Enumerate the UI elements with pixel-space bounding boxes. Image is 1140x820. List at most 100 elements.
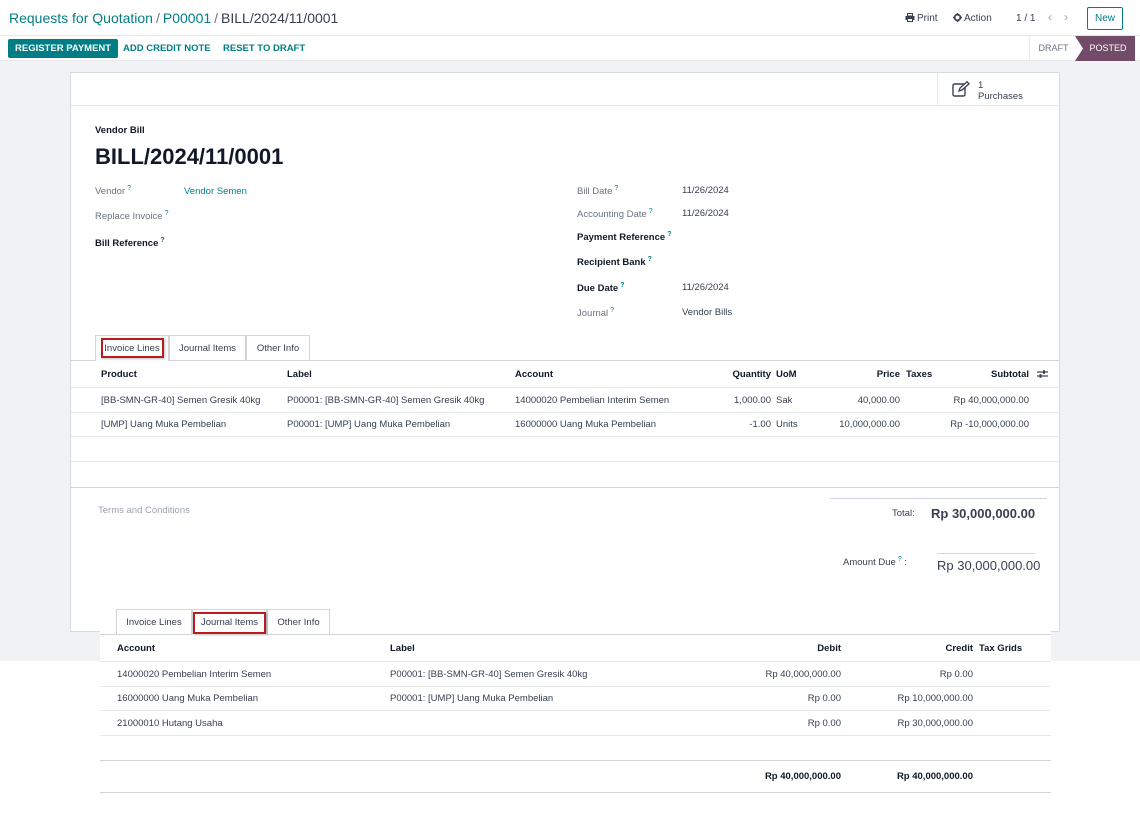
due-date-value[interactable]: 11/26/2024 [682,282,729,293]
chevron-left-icon[interactable]: ‹ [1044,11,1056,23]
journal-value[interactable]: Vendor Bills [682,307,732,318]
breadcrumb-rfq[interactable]: Requests for Quotation [9,10,153,26]
col-tax-grids[interactable]: Tax Grids [979,643,1022,654]
cell-debit: Rp 40,000,000.00 [765,669,841,680]
recipient-bank-label: Recipient Bank? [577,256,652,268]
cell-price: 40,000.00 [857,395,900,406]
col-uom[interactable]: UoM [776,369,797,380]
print-label: Print [917,13,938,24]
purchases-count: 1 [978,80,984,91]
col-taxes[interactable]: Taxes [906,369,932,380]
row-divider [100,735,1051,736]
document-type: Vendor Bill [95,125,145,136]
column-settings-icon[interactable] [1037,369,1048,379]
help-icon[interactable]: ? [160,237,164,244]
row-divider [71,461,1059,462]
cell-account: 16000000 Uang Muka Pembelian [117,693,259,704]
cell-account: 21000010 Hutang Usaha [117,718,223,729]
col-product[interactable]: Product [101,369,137,380]
payment-reference-label-text: Payment Reference [577,232,666,244]
action-label: Action [964,13,992,24]
col-price[interactable]: Price [840,369,900,380]
col-account[interactable]: Account [515,369,553,380]
cell-label: P00001: [BB-SMN-GR-40] Semen Gresik 40kg [390,669,588,680]
amount-due-divider [937,553,1035,554]
payment-reference-label: Payment Reference? [577,231,671,243]
cell-credit: Rp 0.00 [939,669,973,680]
journal-label-text: Journal [577,308,609,320]
purchases-smart-button[interactable]: 1 Purchases [937,73,1059,105]
accounting-date-label: Accounting Date? [577,208,653,220]
help-icon[interactable]: ? [898,556,902,563]
register-payment-button[interactable]: REGISTER PAYMENT [8,39,119,58]
reset-to-draft-button[interactable]: RESET TO DRAFT [223,39,305,58]
control-panel: Requests for Quotation / P00001/BILL/2024/… [0,0,1140,36]
amount-due-value: Rp 30,000,000.00 [937,558,1041,573]
row-divider [100,686,1051,687]
edit-icon [952,81,970,97]
col-label[interactable]: Label [287,369,312,380]
breadcrumb-current: BILL/2024/11/0001 [221,10,339,26]
cell-subtotal: Rp -10,000,000.00 [950,419,1029,430]
status-draft[interactable]: DRAFT [1029,36,1077,61]
due-date-label: Due Date? [577,282,624,294]
accounting-date-value[interactable]: 11/26/2024 [682,208,729,219]
button-box-divider [71,105,1059,106]
help-icon[interactable]: ? [649,208,653,215]
cell-debit: Rp 0.00 [807,693,841,704]
replace-invoice-label-text: Replace Invoice [95,211,163,223]
cell-label: P00001: [UMP] Uang Muka Pembelian [287,419,451,430]
breadcrumb-po[interactable]: P00001 [163,10,211,26]
cell-account: 14000020 Pembelian Interim Semen [117,669,272,680]
row-divider [71,436,1059,437]
help-icon[interactable]: ? [667,231,671,238]
row-divider [71,412,1059,413]
tab-journal-items[interactable]: Journal Items [169,335,246,360]
purchases-label: Purchases [978,91,1023,102]
print-icon [905,13,915,22]
help-icon[interactable]: ? [620,282,624,289]
col-account[interactable]: Account [117,643,155,654]
new-button[interactable]: New [1087,7,1123,30]
col-subtotal[interactable]: Subtotal [960,369,1029,380]
print-button[interactable]: Print [905,13,938,24]
cell-label: P00001: [UMP] Uang Muka Pembelian [390,693,554,704]
cell-product: [BB-SMN-GR-40] Semen Gresik 40kg [101,395,261,406]
tab-invoice-lines[interactable]: Invoice Lines [95,335,169,361]
tab-other-info[interactable]: Other Info [246,335,310,360]
due-date-label-text: Due Date [577,283,619,295]
accounting-date-label-text: Accounting Date [577,209,647,221]
cell-account: 16000000 Uang Muka Pembelian [515,419,657,430]
terms-and-conditions-field[interactable]: Terms and Conditions [98,505,190,516]
col-debit[interactable]: Debit [760,643,841,654]
help-icon[interactable]: ? [648,256,652,263]
tab-invoice-lines[interactable]: Invoice Lines [116,609,192,634]
col-quantity[interactable]: Quantity [700,369,771,380]
status-posted[interactable]: POSTED [1075,36,1135,61]
tab-other-info[interactable]: Other Info [267,609,330,634]
action-button[interactable]: Action [953,13,992,24]
chevron-right-icon[interactable]: › [1060,11,1072,23]
vendor-value[interactable]: Vendor Semen [184,186,247,197]
help-icon[interactable]: ? [610,307,614,314]
footer-credit-total: Rp 40,000,000.00 [896,771,973,782]
help-icon[interactable]: ? [127,185,131,192]
help-icon[interactable]: ? [165,210,169,217]
row-divider [71,387,1059,388]
help-icon[interactable]: ? [614,185,618,192]
tab-journal-items[interactable]: Journal Items [192,609,267,635]
gear-icon [953,13,962,22]
amount-due-label: Amount Due? : [843,556,907,569]
pager-value[interactable]: 1 / 1 [1016,13,1035,24]
col-label[interactable]: Label [390,643,415,654]
totals-divider [830,498,1047,499]
recipient-bank-label-text: Recipient Bank [577,257,646,269]
row-divider [100,661,1051,662]
col-credit[interactable]: Credit [890,643,973,654]
row-divider [100,760,1051,761]
add-credit-note-button[interactable]: ADD CREDIT NOTE [123,39,211,58]
bill-date-value[interactable]: 11/26/2024 [682,185,729,196]
footer-debit-total: Rp 40,000,000.00 [764,771,841,782]
cell-quantity: -1.00 [749,419,771,430]
cell-label: P00001: [BB-SMN-GR-40] Semen Gresik 40kg [287,395,485,406]
